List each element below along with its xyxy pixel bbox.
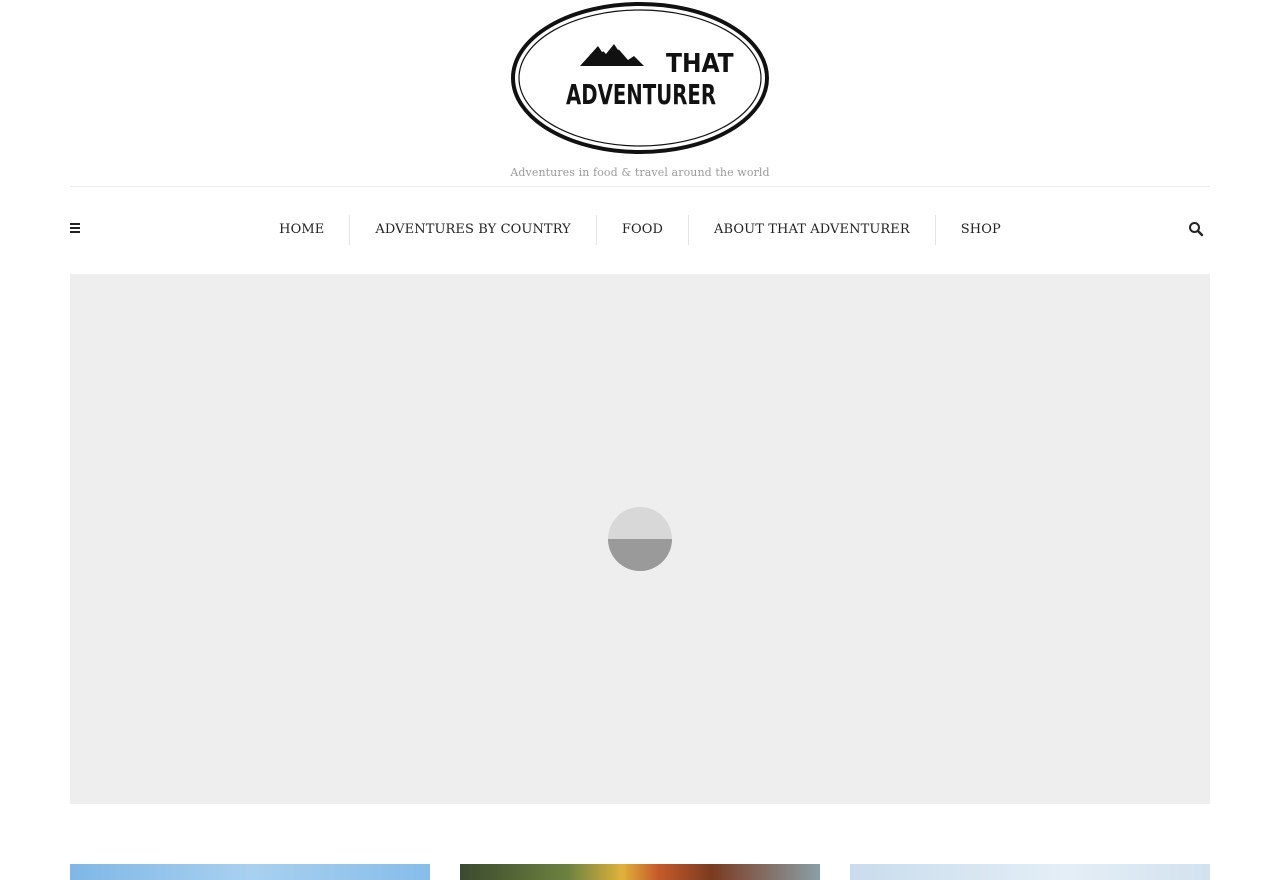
logo-line1: THAT bbox=[666, 49, 734, 79]
post-thumbnail[interactable] bbox=[460, 864, 820, 880]
search-icon[interactable] bbox=[1188, 221, 1204, 237]
main-navigation: HOME ADVENTURES BY COUNTRY FOOD ABOUT TH… bbox=[70, 187, 1210, 273]
nav-item-adventures-by-country[interactable]: ADVENTURES BY COUNTRY bbox=[349, 215, 596, 245]
site-logo[interactable]: THAT ADVENTURER bbox=[510, 0, 770, 160]
nav-item-home[interactable]: HOME bbox=[254, 215, 349, 245]
site-tagline: Adventures in food & travel around the w… bbox=[510, 166, 770, 179]
page: THAT ADVENTURER Adventures in food & tra… bbox=[0, 0, 1280, 880]
nav-item-food[interactable]: FOOD bbox=[595, 215, 688, 245]
post-thumbnail[interactable] bbox=[850, 864, 1210, 880]
featured-slider[interactable] bbox=[70, 274, 1210, 804]
nav-item-about[interactable]: ABOUT THAT ADVENTURER bbox=[688, 215, 935, 245]
nav-item-shop[interactable]: SHOP bbox=[934, 215, 1026, 245]
post-thumbnail[interactable] bbox=[70, 864, 430, 880]
spinner-icon bbox=[608, 507, 672, 571]
logo-stamp-icon: THAT ADVENTURER bbox=[511, 2, 769, 154]
nav-menu: HOME ADVENTURES BY COUNTRY FOOD ABOUT TH… bbox=[70, 187, 1210, 273]
logo-line2: ADVENTURER bbox=[566, 78, 716, 111]
